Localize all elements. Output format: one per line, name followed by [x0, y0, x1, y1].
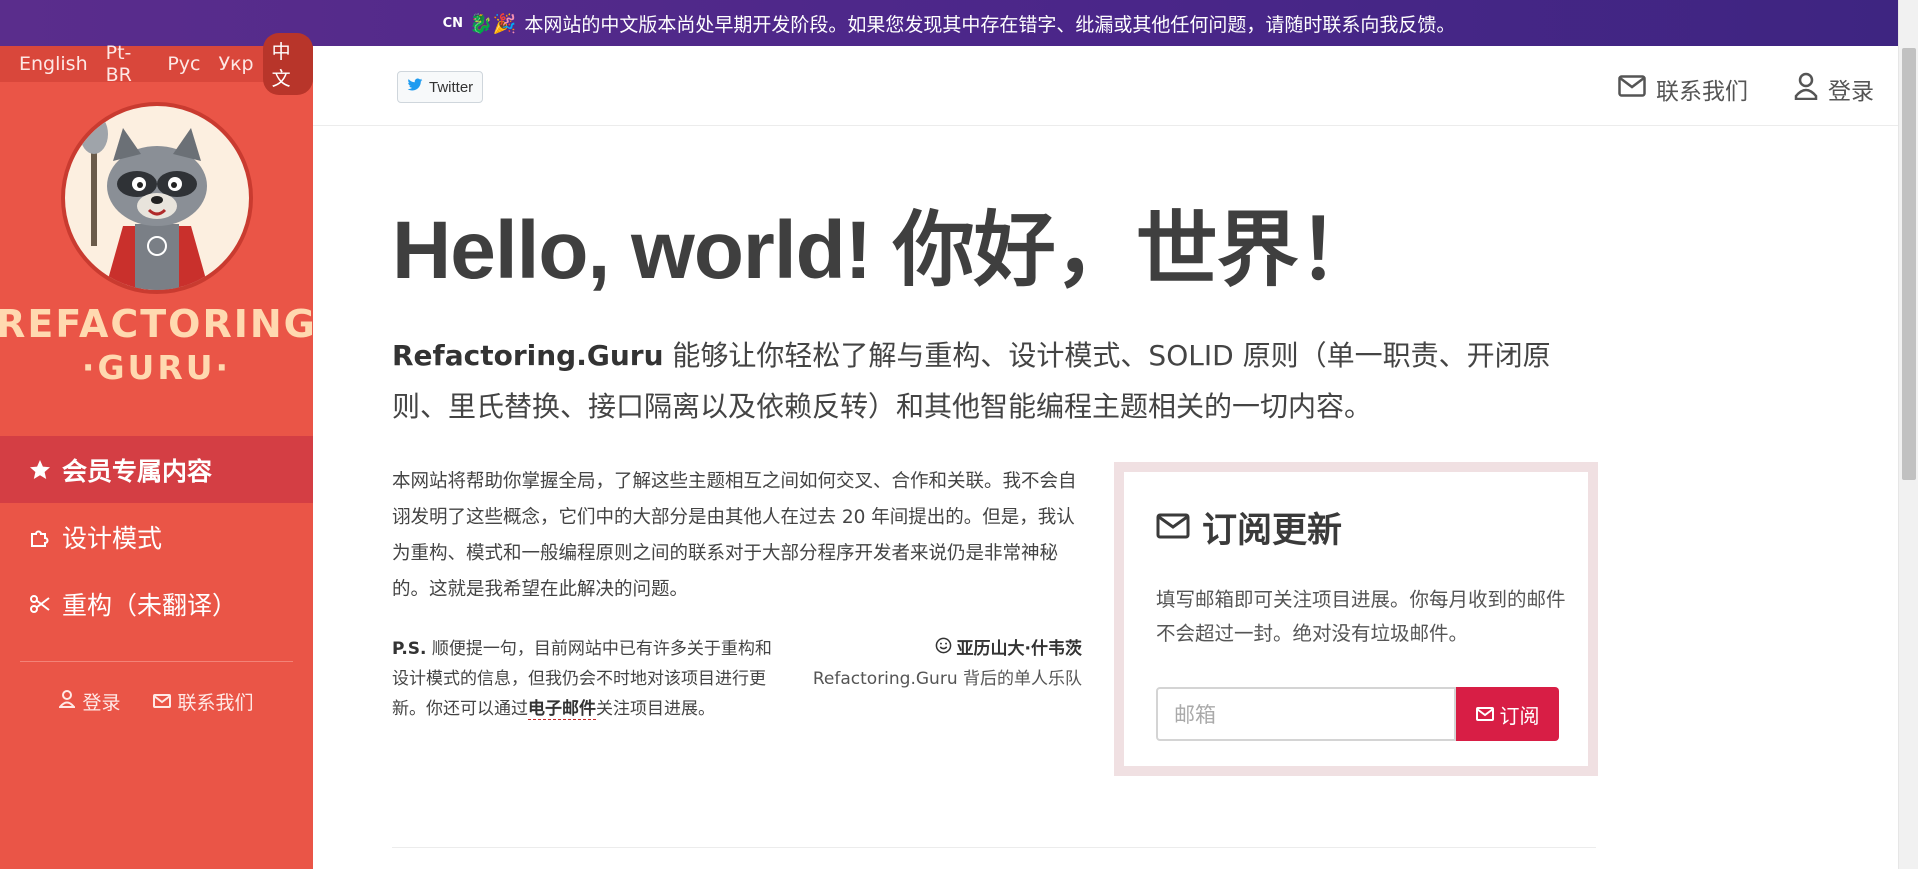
author-name-row: 亚历山大·什韦茨 [935, 634, 1082, 664]
email-input[interactable]: 邮箱 [1156, 687, 1456, 741]
star-icon [26, 458, 54, 482]
nav-label: 重构（未翻译） [62, 590, 238, 620]
raccoon-mascot-icon [60, 102, 253, 294]
header-contact-link[interactable]: 联系我们 [1618, 72, 1748, 106]
twitter-share-button[interactable]: Twitter [397, 71, 484, 103]
sidebar: English Pt-BR Рус Укр 中文 REFACTORING ·GU… [0, 33, 315, 869]
envelope-icon [1475, 702, 1494, 726]
subscribe-button[interactable]: 订阅 [1456, 687, 1559, 741]
nav-premium-content[interactable]: 会员专属内容 [0, 436, 313, 503]
email-link[interactable]: 电子邮件 [528, 699, 596, 720]
ps-label: P.S. [392, 639, 427, 659]
ps-tail: 关注项目进展。 [596, 699, 715, 719]
banner-text: 本网站的中文版本尚处早期开发阶段。如果您发现其中存在错字、纰漏或其他任何问题，请… [524, 13, 1456, 36]
sidebar-login-link[interactable]: 登录 [58, 688, 121, 715]
sidebar-login-label: 登录 [82, 692, 121, 714]
main-content: Hello, world! 你好，世界！ Refactoring.Guru 能够… [392, 126, 1598, 776]
user-icon [1794, 72, 1818, 106]
header-contact-label: 联系我们 [1656, 79, 1748, 105]
logo-text-refactoring: REFACTORING [0, 302, 317, 346]
sidebar-contact-link[interactable]: 联系我们 [152, 688, 254, 715]
content-columns: 本网站将帮助你掌握全局，了解这些主题相互之间如何交叉、合作和关联。我不会自诩发明… [392, 462, 1598, 776]
envelope-icon [1618, 75, 1646, 103]
twitter-label: Twitter [429, 78, 474, 96]
header-login-label: 登录 [1828, 79, 1874, 105]
subscribe-form: 邮箱 订阅 [1156, 687, 1560, 741]
lang-russian[interactable]: Рус [158, 49, 209, 79]
country-code: CN [442, 15, 464, 31]
logo-text-guru: ·GURU· [81, 348, 232, 387]
twitter-bird-icon [407, 78, 423, 96]
scissors-icon [26, 592, 54, 616]
lang-english[interactable]: English [10, 49, 97, 79]
nav-label: 设计模式 [62, 523, 163, 553]
scrollbar-thumb[interactable] [1902, 48, 1916, 480]
dragon-icon: 🐉🎉 [469, 12, 517, 35]
ps-section: P.S. 顺便提一句，目前网站中已有许多关于重构和设计模式的信息，但我仍会不时地… [392, 634, 1082, 730]
puzzle-icon [26, 525, 54, 549]
user-icon [58, 690, 77, 713]
subscribe-description: 填写邮箱即可关注项目进展。你每月收到的邮件不会超过一封。绝对没有垃圾邮件。 [1156, 588, 1566, 645]
page-title: Hello, world! 你好，世界！ [392, 205, 1380, 296]
lang-ukrainian[interactable]: Укр [209, 49, 262, 79]
smile-icon [935, 634, 952, 664]
subscribe-title: 订阅更新 [1156, 502, 1560, 553]
author-role: Refactoring.Guru 背后的单人乐队 [812, 669, 1082, 689]
intro-paragraph: 本网站将帮助你掌握全局，了解这些主题相互之间如何交叉、合作和关联。我不会自诩发明… [392, 471, 1077, 600]
nav-label: 会员专属内容 [62, 456, 213, 486]
subscribe-title-text: 订阅更新 [1202, 511, 1343, 551]
language-switcher: English Pt-BR Рус Укр 中文 [0, 33, 313, 95]
header-login-link[interactable]: 登录 [1794, 72, 1874, 106]
site-logo[interactable]: REFACTORING ·GURU· [0, 82, 315, 436]
sidebar-footer-links: 登录 联系我们 [0, 688, 313, 715]
nav-design-patterns[interactable]: 设计模式 [0, 503, 313, 570]
subscribe-button-label: 订阅 [1499, 703, 1540, 728]
lead-paragraph: Refactoring.Guru 能够让你轻松了解与重构、设计模式、SOLID … [392, 330, 1602, 432]
sidebar-contact-label: 联系我们 [177, 692, 254, 714]
ps-paragraph: P.S. 顺便提一句，目前网站中已有许多关于重构和设计模式的信息，但我仍会不时地… [392, 634, 784, 724]
envelope-icon [152, 691, 171, 713]
section-divider [392, 847, 1596, 848]
page-scrollbar[interactable] [1898, 0, 1918, 869]
top-header: Twitter 联系我们 登录 [313, 46, 1898, 126]
lead-brand: Refactoring.Guru [392, 339, 664, 372]
subscribe-box: 订阅更新 填写邮箱即可关注项目进展。你每月收到的邮件不会超过一封。绝对没有垃圾邮… [1114, 462, 1598, 776]
author-signature: 亚历山大·什韦茨 Refactoring.Guru 背后的单人乐队 [813, 634, 1082, 694]
sidebar-divider [20, 661, 293, 662]
nav-refactoring[interactable]: 重构（未翻译） [0, 570, 313, 637]
author-name: 亚历山大·什韦茨 [956, 639, 1082, 659]
envelope-icon [1156, 508, 1190, 548]
